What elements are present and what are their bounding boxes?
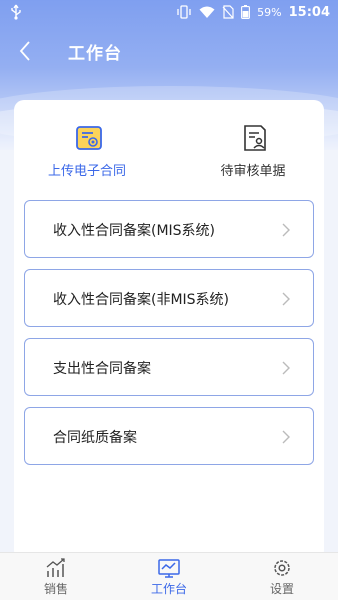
vibrate-icon [177,5,191,19]
page-title: 工作台 [68,44,122,64]
menu-item-label: 支出性合同备案 [53,361,151,377]
menu-item-expense[interactable]: 支出性合同备案 [24,338,314,396]
bottom-nav-sales[interactable]: 销售 [0,553,112,600]
menu-item-label: 合同纸质备案 [53,430,137,446]
tab-upload-contract[interactable]: 上传电子合同 [32,124,142,211]
menu-item-label: 收入性合同备案(MIS系统) [53,223,216,239]
usb-icon [11,4,21,20]
menu-item-paper[interactable]: 合同纸质备案 [24,407,314,465]
chevron-right-icon [282,430,290,444]
bottom-nav: 销售 工作台 设置 [0,552,338,600]
pending-review-icon [244,125,266,151]
status-bar: 59% 15:04 [0,0,338,24]
no-sim-icon [222,5,234,19]
menu-item-income-mis[interactable]: 收入性合同备案(MIS系统) [24,200,314,258]
battery-percent: 59% [257,5,282,19]
chevron-right-icon [282,292,290,306]
bottom-nav-settings[interactable]: 设置 [226,553,338,600]
bottom-nav-workbench[interactable]: 工作台 [113,553,225,600]
status-time: 15:04 [288,4,330,20]
chevron-right-icon [282,223,290,237]
back-chevron-icon[interactable] [14,39,38,63]
bottom-nav-sales-label: 销售 [43,582,68,596]
menu-item-label: 收入性合同备案(非MIS系统) [53,292,230,308]
menu-list: 收入性合同备案(MIS系统) 收入性合同备案(非MIS系统) 支出性合同备案 合… [24,200,314,476]
wifi-icon [199,6,215,18]
battery-icon [241,5,251,19]
main-card: 上传电子合同 待审核单据 收入性合同备案(MIS系统) 收入性合同备案(非MIS… [14,100,324,560]
navbar: 工作台 [0,30,338,72]
bottom-nav-workbench-label: 工作台 [150,582,187,596]
chevron-right-icon [282,361,290,375]
workbench-icon [158,559,180,578]
bottom-nav-settings-label: 设置 [269,582,294,596]
tab-pending-review[interactable]: 待审核单据 [198,124,308,194]
tab-upload-contract-label: 上传电子合同 [47,164,126,179]
settings-gear-icon [274,560,290,576]
menu-item-income-non-mis[interactable]: 收入性合同备案(非MIS系统) [24,269,314,327]
sales-chart-icon [46,558,65,577]
upload-contract-icon [76,126,102,150]
tab-pending-review-label: 待审核单据 [220,164,286,179]
